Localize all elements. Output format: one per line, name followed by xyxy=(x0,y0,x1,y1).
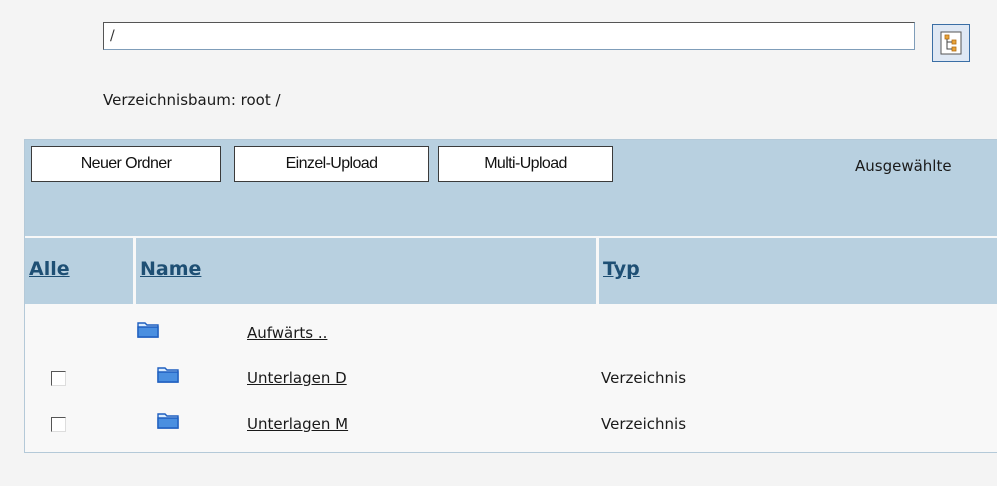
type-cell: Verzeichnis xyxy=(601,415,687,433)
new-folder-button[interactable]: Neuer Ordner xyxy=(31,146,221,182)
folder-link[interactable]: Unterlagen D xyxy=(247,369,347,387)
tree-view-icon xyxy=(940,31,962,55)
select-all-link[interactable]: Alle xyxy=(29,258,70,280)
column-header-type: Typ xyxy=(599,238,997,304)
folder-icon xyxy=(137,322,159,338)
row-checkbox[interactable] xyxy=(51,371,66,386)
table-row: Aufwärts .. xyxy=(25,312,997,356)
column-header-name: Name xyxy=(136,238,596,304)
row-checkbox[interactable] xyxy=(51,417,66,432)
single-upload-button[interactable]: Einzel-Upload xyxy=(234,146,429,182)
folder-icon xyxy=(157,367,179,383)
table-row: Unterlagen D Verzeichnis xyxy=(25,357,997,401)
directory-tree-caption: Verzeichnisbaum: root / xyxy=(103,91,281,109)
folder-icon xyxy=(157,413,179,429)
sort-by-type-link[interactable]: Typ xyxy=(603,258,640,280)
table-header: Alle Name Typ xyxy=(25,238,997,304)
folder-up-link[interactable]: Aufwärts .. xyxy=(247,324,327,342)
file-browser-panel: Neuer Ordner Einzel-Upload Multi-Upload … xyxy=(24,139,997,453)
multi-upload-button[interactable]: Multi-Upload xyxy=(438,146,613,182)
table-row: Unterlagen M Verzeichnis xyxy=(25,403,997,447)
tree-view-button[interactable] xyxy=(932,24,970,62)
folder-link[interactable]: Unterlagen M xyxy=(247,415,348,433)
type-cell: Verzeichnis xyxy=(601,369,687,387)
sort-by-name-link[interactable]: Name xyxy=(140,258,201,280)
column-header-all: Alle xyxy=(25,238,133,304)
path-input[interactable] xyxy=(103,22,915,50)
selected-actions-label: Ausgewählte xyxy=(855,157,952,175)
toolbar: Neuer Ordner Einzel-Upload Multi-Upload … xyxy=(25,140,997,236)
